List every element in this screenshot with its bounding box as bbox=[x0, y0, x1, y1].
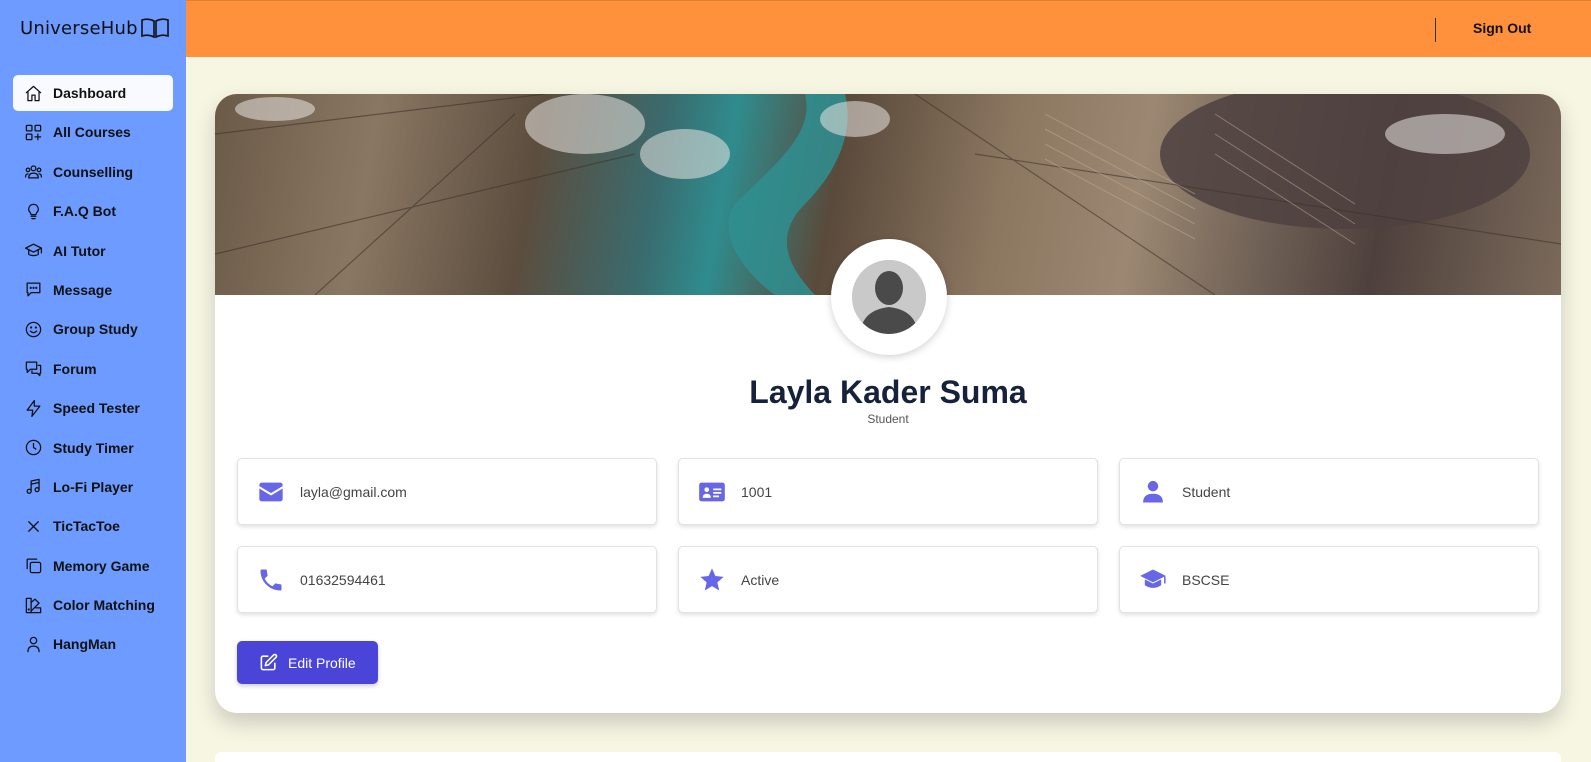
edit-profile-label: Edit Profile bbox=[288, 654, 356, 671]
copy-icon bbox=[23, 556, 43, 576]
sidebar-item-faq-bot[interactable]: F.A.Q Bot bbox=[13, 193, 173, 229]
phone-value: 01632594461 bbox=[300, 571, 386, 588]
sidebar-item-label: Color Matching bbox=[53, 597, 155, 614]
program-value: BSCSE bbox=[1182, 571, 1230, 588]
sidebar-item-ai-tutor[interactable]: AI Tutor bbox=[13, 233, 173, 269]
email-value: layla@gmail.com bbox=[300, 483, 407, 500]
grid-plus-icon bbox=[23, 122, 43, 142]
sidebar-item-color-matching[interactable]: Color Matching bbox=[13, 587, 173, 623]
student-id-value: 1001 bbox=[741, 483, 773, 500]
student-id-field: 1001 bbox=[678, 458, 1098, 525]
edit-icon bbox=[260, 653, 278, 671]
secondary-card bbox=[215, 752, 1561, 762]
forum-icon bbox=[23, 359, 43, 379]
app-logo[interactable]: UniverseHub bbox=[20, 17, 170, 39]
music-note-icon bbox=[23, 477, 43, 497]
sidebar-item-label: AI Tutor bbox=[53, 242, 106, 259]
role-value: Student bbox=[1182, 483, 1231, 500]
phone-field: 01632594461 bbox=[237, 546, 657, 613]
sidebar-item-lofi-player[interactable]: Lo-Fi Player bbox=[13, 469, 173, 505]
sidebar-item-tictactoe[interactable]: TicTacToe bbox=[13, 508, 173, 544]
profile-card: Layla Kader Suma Student layla@gmail.com… bbox=[215, 94, 1561, 713]
email-field: layla@gmail.com bbox=[237, 458, 657, 525]
clock-icon bbox=[23, 438, 43, 458]
phone-icon bbox=[256, 565, 286, 595]
sidebar-item-memory-game[interactable]: Memory Game bbox=[13, 548, 173, 584]
sign-out-button[interactable]: Sign Out bbox=[1473, 20, 1531, 36]
sidebar-item-label: TicTacToe bbox=[53, 518, 120, 535]
avatar-frame[interactable] bbox=[831, 239, 947, 355]
status-field: Active bbox=[678, 546, 1098, 613]
sidebar-item-label: Study Timer bbox=[53, 439, 134, 456]
person-icon bbox=[23, 634, 43, 654]
sidebar-item-forum[interactable]: Forum bbox=[13, 351, 173, 387]
sidebar-item-label: All Courses bbox=[53, 124, 131, 141]
star-icon bbox=[697, 565, 727, 595]
app-name: UniverseHub bbox=[20, 17, 138, 39]
sidebar-item-label: Lo-Fi Player bbox=[53, 478, 134, 495]
sidebar-item-speed-tester[interactable]: Speed Tester bbox=[13, 390, 173, 426]
sidebar-item-label: F.A.Q Bot bbox=[53, 203, 116, 220]
sidebar-item-label: Memory Game bbox=[53, 557, 150, 574]
smile-icon bbox=[23, 319, 43, 339]
sidebar-item-label: HangMan bbox=[53, 636, 116, 653]
sidebar-nav: Dashboard All Courses Counselling F.A.Q … bbox=[13, 75, 173, 666]
sidebar-item-study-timer[interactable]: Study Timer bbox=[13, 430, 173, 466]
edit-profile-button[interactable]: Edit Profile bbox=[237, 641, 378, 684]
graduation-cap-icon bbox=[23, 241, 43, 261]
lightbulb-icon bbox=[23, 201, 43, 221]
sidebar: UniverseHub Dashboard All Courses Counse… bbox=[0, 0, 186, 762]
sidebar-item-label: Counselling bbox=[53, 163, 134, 180]
sidebar-item-label: Group Study bbox=[53, 321, 138, 338]
sidebar-item-hangman[interactable]: HangMan bbox=[13, 626, 173, 662]
sidebar-item-dashboard[interactable]: Dashboard bbox=[13, 75, 173, 111]
role-field: Student bbox=[1119, 458, 1539, 525]
lightning-icon bbox=[23, 398, 43, 418]
chat-bubble-icon bbox=[23, 280, 43, 300]
sidebar-item-group-study[interactable]: Group Study bbox=[13, 311, 173, 347]
envelope-icon bbox=[256, 477, 286, 507]
topbar-divider bbox=[1435, 18, 1436, 42]
user-silhouette-icon bbox=[852, 260, 926, 334]
open-book-icon bbox=[140, 18, 169, 39]
sidebar-item-label: Message bbox=[53, 281, 113, 298]
user-icon bbox=[1138, 477, 1168, 507]
x-icon bbox=[23, 516, 43, 536]
sidebar-item-message[interactable]: Message bbox=[13, 272, 173, 308]
program-field: BSCSE bbox=[1119, 546, 1539, 613]
avatar bbox=[852, 260, 926, 334]
sidebar-item-label: Dashboard bbox=[53, 85, 127, 101]
sidebar-item-label: Forum bbox=[53, 360, 97, 377]
profile-role: Student bbox=[867, 412, 909, 426]
id-card-icon bbox=[697, 477, 727, 507]
users-icon bbox=[23, 162, 43, 182]
sidebar-item-counselling[interactable]: Counselling bbox=[13, 154, 173, 190]
palette-icon bbox=[23, 595, 43, 615]
status-value: Active bbox=[741, 571, 780, 588]
home-icon bbox=[23, 83, 43, 103]
sidebar-item-label: Speed Tester bbox=[53, 400, 140, 417]
top-bar: Sign Out bbox=[186, 0, 1591, 57]
graduation-cap-icon bbox=[1138, 565, 1168, 595]
sidebar-item-all-courses[interactable]: All Courses bbox=[13, 114, 173, 150]
profile-name: Layla Kader Suma bbox=[749, 374, 1027, 410]
